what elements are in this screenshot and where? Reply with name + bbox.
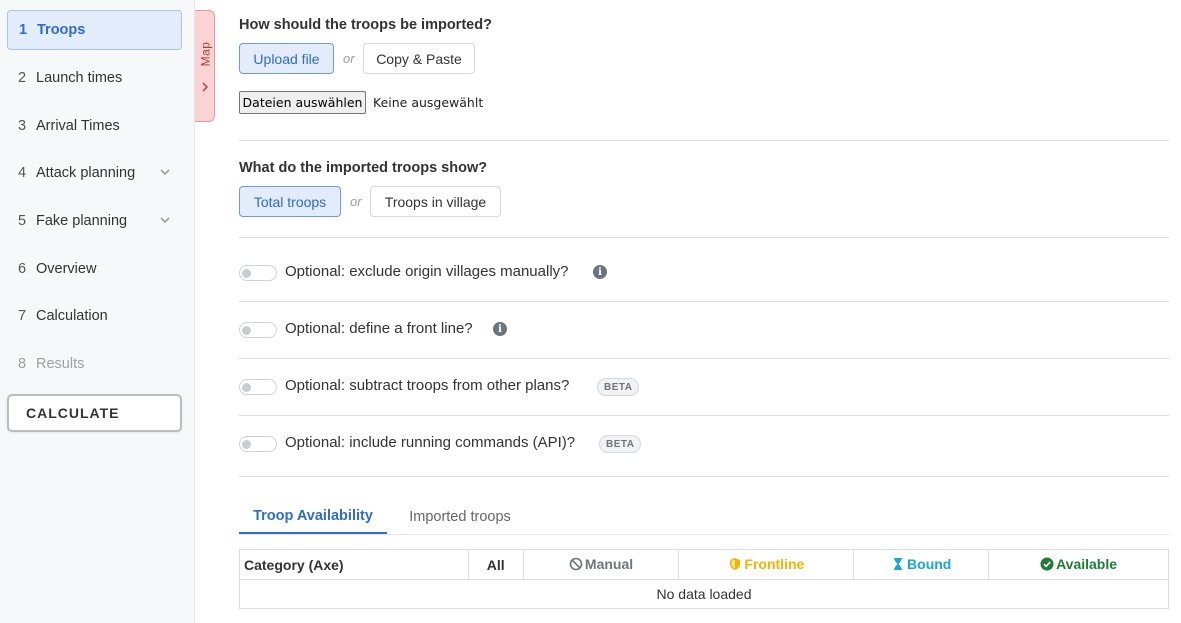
divider (239, 140, 1169, 141)
manual-label: Manual (584, 555, 634, 572)
sidebar: 1 Troops 2 Launch times 3 Arrival Times … (0, 0, 195, 623)
sidebar-item-label: Arrival Times (36, 118, 120, 134)
sidebar-item-results: 8 Results (7, 344, 182, 384)
sidebar-item-label: Troops (37, 22, 86, 38)
step-number: 5 (18, 213, 27, 229)
running-commands-toggle[interactable] (239, 436, 277, 452)
sidebar-item-troops[interactable]: 1 Troops (7, 10, 182, 50)
step-number: 7 (18, 308, 27, 324)
map-toggle-tab[interactable]: Map (195, 10, 215, 122)
divider (239, 415, 1169, 416)
exclude-villages-toggle[interactable] (239, 265, 277, 281)
step-number: 6 (18, 261, 27, 277)
sidebar-item-calculation[interactable]: 7 Calculation (7, 296, 182, 336)
divider (239, 237, 1169, 238)
step-number: 8 (18, 356, 27, 372)
sidebar-item-label: Results (36, 356, 85, 372)
table-header-row: Category (Axe) All Manual Frontline Boun… (239, 549, 1169, 580)
frontline-label: Frontline (744, 555, 805, 572)
sidebar-item-label: Overview (36, 261, 97, 277)
map-tab-label: Map (198, 41, 212, 67)
or-separator: or (343, 51, 355, 66)
sidebar-item-launch-times[interactable]: 2 Launch times (7, 58, 182, 98)
toggle-knob (242, 440, 251, 449)
upload-file-button[interactable]: Upload file (239, 43, 334, 74)
troop-availability-table: Category (Axe) All Manual Frontline Boun… (239, 549, 1169, 609)
table-row: No data loaded (239, 579, 1169, 609)
info-icon[interactable]: i (493, 322, 507, 336)
chevron-down-icon (160, 169, 170, 175)
step-number: 2 (18, 70, 27, 86)
sidebar-item-label: Fake planning (36, 213, 128, 229)
troops-in-village-button[interactable]: Troops in village (370, 186, 501, 217)
beta-badge: BETA (597, 378, 640, 396)
step-number: 4 (18, 165, 27, 181)
exclude-villages-label: Optional: exclude origin villages manual… (285, 263, 569, 280)
column-header-all: All (467, 549, 524, 580)
sidebar-item-fake-planning[interactable]: 5 Fake planning (7, 201, 182, 241)
total-troops-button[interactable]: Total troops (239, 186, 341, 217)
hourglass-icon (894, 557, 903, 570)
sidebar-item-arrival-times[interactable]: 3 Arrival Times (7, 106, 182, 146)
ban-icon (569, 557, 583, 570)
sidebar-item-label: Attack planning (36, 165, 136, 181)
running-commands-label: Optional: include running commands (API)… (285, 434, 576, 451)
show-heading: What do the imported troops show? (239, 160, 488, 176)
column-header-bound: Bound (853, 549, 990, 580)
copy-paste-button[interactable]: Copy & Paste (363, 43, 475, 74)
calculate-button[interactable]: CALCULATE (7, 394, 182, 432)
sidebar-item-overview[interactable]: 6 Overview (7, 249, 182, 289)
divider (239, 358, 1169, 359)
sidebar-item-attack-planning[interactable]: 4 Attack planning (7, 153, 182, 193)
map-tab-text-wrap: Map (195, 29, 215, 79)
shield-icon (730, 557, 741, 570)
step-number: 3 (18, 118, 27, 134)
import-heading: How should the troops be imported? (239, 17, 492, 33)
front-line-label: Optional: define a front line? (285, 320, 473, 337)
or-separator: or (350, 194, 362, 209)
bound-label: Bound (907, 555, 952, 572)
toggle-knob (242, 269, 251, 278)
choose-file-button[interactable]: Dateien auswählen (239, 91, 366, 114)
column-header-manual: Manual (522, 549, 680, 580)
tab-imported-troops[interactable]: Imported troops (394, 500, 526, 534)
column-header-category: Category (Axe) (239, 549, 469, 580)
subtract-troops-label: Optional: subtract troops from other pla… (285, 377, 570, 394)
info-icon[interactable]: i (593, 265, 607, 279)
tab-troop-availability[interactable]: Troop Availability (239, 500, 387, 534)
toggle-knob (242, 326, 251, 335)
sidebar-item-label: Calculation (36, 308, 108, 324)
toggle-knob (242, 383, 251, 392)
chevron-right-icon (202, 82, 208, 92)
column-header-available: Available (988, 549, 1169, 580)
divider (239, 301, 1169, 302)
sidebar-item-label: Launch times (36, 70, 123, 86)
available-label: Available (1056, 555, 1118, 572)
chevron-down-icon (160, 217, 170, 223)
tab-underline (239, 534, 1169, 535)
column-header-frontline: Frontline (678, 549, 855, 580)
step-number: 1 (19, 22, 28, 38)
file-status: Keine ausgewählt (373, 95, 484, 110)
divider (239, 476, 1169, 477)
beta-badge: BETA (599, 435, 642, 453)
front-line-toggle[interactable] (239, 322, 277, 338)
empty-table-message: No data loaded (239, 579, 1169, 609)
check-circle-icon (1040, 557, 1054, 570)
subtract-troops-toggle[interactable] (239, 379, 277, 395)
